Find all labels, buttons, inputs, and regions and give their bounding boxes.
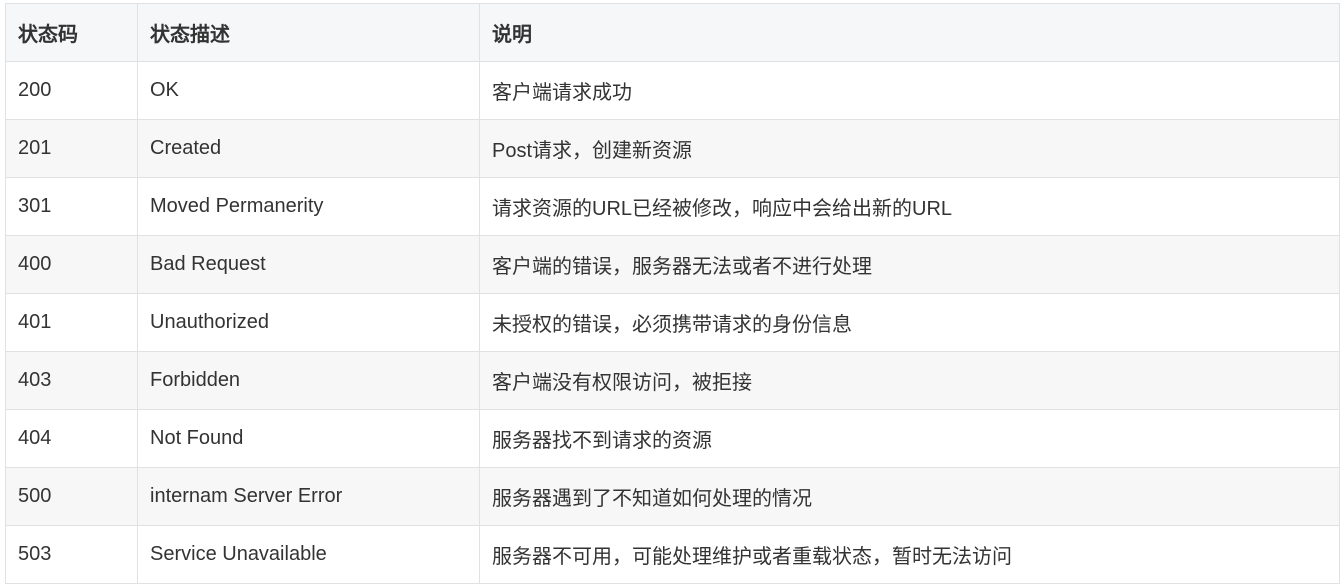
cell-status-code: 200 <box>5 61 138 120</box>
table-header-row: 状态码 状态描述 说明 <box>5 3 1340 62</box>
cell-explanation: 客户端没有权限访问，被拒接 <box>479 351 1340 410</box>
cell-status-description: Unauthorized <box>137 293 480 352</box>
table-row: 503 Service Unavailable 服务器不可用，可能处理维护或者重… <box>5 525 1340 584</box>
cell-explanation: 服务器遇到了不知道如何处理的情况 <box>479 467 1340 526</box>
cell-explanation: 客户端请求成功 <box>479 61 1340 120</box>
cell-status-code: 301 <box>5 177 138 236</box>
cell-explanation: 服务器找不到请求的资源 <box>479 409 1340 468</box>
cell-explanation: 请求资源的URL已经被修改，响应中会给出新的URL <box>479 177 1340 236</box>
cell-status-description: internam Server Error <box>137 467 480 526</box>
table-row: 301 Moved Permanerity 请求资源的URL已经被修改，响应中会… <box>5 177 1340 236</box>
table-row: 403 Forbidden 客户端没有权限访问，被拒接 <box>5 351 1340 410</box>
cell-status-code: 400 <box>5 235 138 294</box>
cell-status-code: 201 <box>5 119 138 178</box>
cell-explanation: 服务器不可用，可能处理维护或者重载状态，暂时无法访问 <box>479 525 1340 584</box>
table-row: 401 Unauthorized 未授权的错误，必须携带请求的身份信息 <box>5 293 1340 352</box>
cell-explanation: 客户端的错误，服务器无法或者不进行处理 <box>479 235 1340 294</box>
status-code-table-container: 状态码 状态描述 说明 200 OK 客户端请求成功 201 Created P… <box>5 3 1340 584</box>
cell-explanation: Post请求，创建新资源 <box>479 119 1340 178</box>
cell-status-description: Forbidden <box>137 351 480 410</box>
table-row: 200 OK 客户端请求成功 <box>5 61 1340 120</box>
cell-status-description: Service Unavailable <box>137 525 480 584</box>
cell-status-description: Created <box>137 119 480 178</box>
header-status-code: 状态码 <box>5 3 138 62</box>
table-row: 400 Bad Request 客户端的错误，服务器无法或者不进行处理 <box>5 235 1340 294</box>
header-status-description: 状态描述 <box>137 3 480 62</box>
cell-status-description: Moved Permanerity <box>137 177 480 236</box>
table-row: 500 internam Server Error 服务器遇到了不知道如何处理的… <box>5 467 1340 526</box>
table-row: 201 Created Post请求，创建新资源 <box>5 119 1340 178</box>
cell-status-code: 403 <box>5 351 138 410</box>
cell-explanation: 未授权的错误，必须携带请求的身份信息 <box>479 293 1340 352</box>
cell-status-code: 503 <box>5 525 138 584</box>
header-explanation: 说明 <box>479 3 1340 62</box>
cell-status-description: Bad Request <box>137 235 480 294</box>
cell-status-description: Not Found <box>137 409 480 468</box>
cell-status-code: 404 <box>5 409 138 468</box>
table-row: 404 Not Found 服务器找不到请求的资源 <box>5 409 1340 468</box>
status-code-table: 状态码 状态描述 说明 200 OK 客户端请求成功 201 Created P… <box>5 3 1340 584</box>
cell-status-description: OK <box>137 61 480 120</box>
cell-status-code: 500 <box>5 467 138 526</box>
cell-status-code: 401 <box>5 293 138 352</box>
